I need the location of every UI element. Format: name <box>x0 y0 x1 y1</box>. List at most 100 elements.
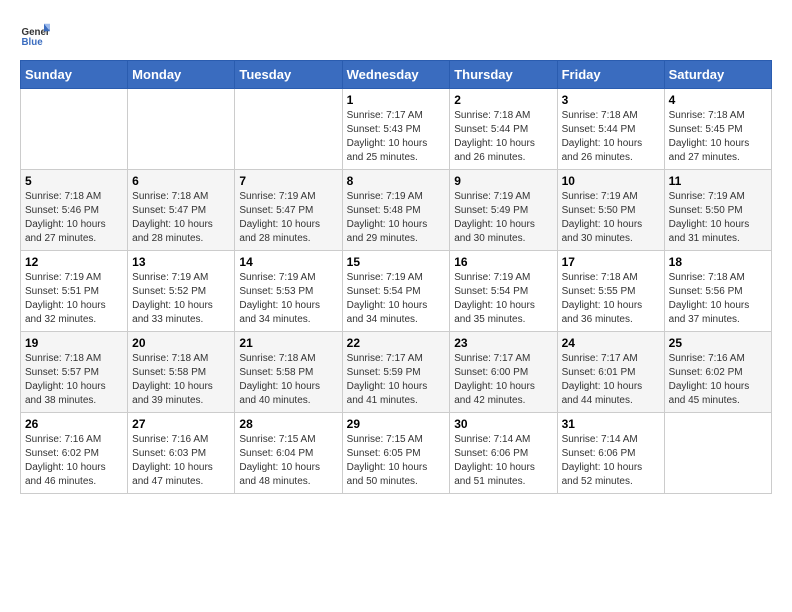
day-number: 8 <box>347 174 446 188</box>
day-info: Sunrise: 7:15 AMSunset: 6:04 PMDaylight:… <box>239 433 337 489</box>
day-number: 4 <box>669 93 767 107</box>
weekday-header-tuesday: Tuesday <box>235 61 342 89</box>
weekday-header-monday: Monday <box>128 61 235 89</box>
day-number: 15 <box>347 255 446 269</box>
day-info: Sunrise: 7:19 AMSunset: 5:54 PMDaylight:… <box>347 271 446 327</box>
day-number: 10 <box>562 174 660 188</box>
calendar-cell <box>21 89 128 170</box>
day-number: 27 <box>132 417 230 431</box>
day-info: Sunrise: 7:18 AMSunset: 5:58 PMDaylight:… <box>132 352 230 408</box>
day-info: Sunrise: 7:19 AMSunset: 5:47 PMDaylight:… <box>239 190 337 246</box>
day-info: Sunrise: 7:17 AMSunset: 6:00 PMDaylight:… <box>454 352 552 408</box>
calendar-cell: 4 Sunrise: 7:18 AMSunset: 5:45 PMDaylight… <box>664 89 771 170</box>
weekday-header-thursday: Thursday <box>450 61 557 89</box>
calendar-cell: 21Sunrise: 7:18 AMSunset: 5:58 PMDayligh… <box>235 332 342 413</box>
calendar-cell: 10Sunrise: 7:19 AMSunset: 5:50 PMDayligh… <box>557 170 664 251</box>
day-number: 11 <box>669 174 767 188</box>
calendar-cell: 26Sunrise: 7:16 AMSunset: 6:02 PMDayligh… <box>21 413 128 494</box>
calendar-week-1: 1 Sunrise: 7:17 AMSunset: 5:43 PMDaylight… <box>21 89 772 170</box>
day-info: Sunrise: 7:17 AMSunset: 6:01 PMDaylight:… <box>562 352 660 408</box>
weekday-header-sunday: Sunday <box>21 61 128 89</box>
day-info: Sunrise: 7:18 AMSunset: 5:44 PMDaylight:… <box>562 109 660 165</box>
calendar-cell: 30 Sunrise: 7:14 AMSunset: 6:06 PMDayligh… <box>450 413 557 494</box>
weekday-header-wednesday: Wednesday <box>342 61 450 89</box>
header: General Blue <box>20 20 772 50</box>
day-number: 31 <box>562 417 660 431</box>
day-number: 17 <box>562 255 660 269</box>
calendar-cell: 23 Sunrise: 7:17 AMSunset: 6:00 PMDayligh… <box>450 332 557 413</box>
day-number: 5 <box>25 174 123 188</box>
calendar-table: SundayMondayTuesdayWednesdayThursdayFrid… <box>20 60 772 494</box>
calendar-cell: 19 Sunrise: 7:18 AMSunset: 5:57 PMDayligh… <box>21 332 128 413</box>
calendar-cell: 5 Sunrise: 7:18 AMSunset: 5:46 PMDaylight… <box>21 170 128 251</box>
calendar-cell: 15 Sunrise: 7:19 AMSunset: 5:54 PMDayligh… <box>342 251 450 332</box>
calendar-cell <box>128 89 235 170</box>
day-number: 28 <box>239 417 337 431</box>
calendar-cell: 28 Sunrise: 7:15 AMSunset: 6:04 PMDayligh… <box>235 413 342 494</box>
day-info: Sunrise: 7:16 AMSunset: 6:03 PMDaylight:… <box>132 433 230 489</box>
weekday-header-row: SundayMondayTuesdayWednesdayThursdayFrid… <box>21 61 772 89</box>
calendar-week-5: 26Sunrise: 7:16 AMSunset: 6:02 PMDayligh… <box>21 413 772 494</box>
day-number: 23 <box>454 336 552 350</box>
day-info: Sunrise: 7:19 AMSunset: 5:49 PMDaylight:… <box>454 190 552 246</box>
day-info: Sunrise: 7:17 AMSunset: 5:43 PMDaylight:… <box>347 109 446 165</box>
day-info: Sunrise: 7:18 AMSunset: 5:44 PMDaylight:… <box>454 109 552 165</box>
calendar-cell <box>235 89 342 170</box>
day-number: 12 <box>25 255 123 269</box>
weekday-header-friday: Friday <box>557 61 664 89</box>
day-number: 1 <box>347 93 446 107</box>
day-info: Sunrise: 7:19 AMSunset: 5:50 PMDaylight:… <box>669 190 767 246</box>
calendar-cell: 8Sunrise: 7:19 AMSunset: 5:48 PMDaylight… <box>342 170 450 251</box>
calendar-cell: 9Sunrise: 7:19 AMSunset: 5:49 PMDaylight… <box>450 170 557 251</box>
day-number: 16 <box>454 255 552 269</box>
calendar-cell: 25Sunrise: 7:16 AMSunset: 6:02 PMDayligh… <box>664 332 771 413</box>
calendar-cell: 12 Sunrise: 7:19 AMSunset: 5:51 PMDayligh… <box>21 251 128 332</box>
calendar-cell: 24 Sunrise: 7:17 AMSunset: 6:01 PMDayligh… <box>557 332 664 413</box>
day-info: Sunrise: 7:19 AMSunset: 5:51 PMDaylight:… <box>25 271 123 327</box>
calendar-cell: 3 Sunrise: 7:18 AMSunset: 5:44 PMDaylight… <box>557 89 664 170</box>
day-info: Sunrise: 7:16 AMSunset: 6:02 PMDaylight:… <box>25 433 123 489</box>
day-info: Sunrise: 7:19 AMSunset: 5:53 PMDaylight:… <box>239 271 337 327</box>
day-number: 19 <box>25 336 123 350</box>
day-info: Sunrise: 7:18 AMSunset: 5:58 PMDaylight:… <box>239 352 337 408</box>
day-info: Sunrise: 7:18 AMSunset: 5:45 PMDaylight:… <box>669 109 767 165</box>
day-number: 3 <box>562 93 660 107</box>
calendar-week-3: 12 Sunrise: 7:19 AMSunset: 5:51 PMDayligh… <box>21 251 772 332</box>
day-number: 25 <box>669 336 767 350</box>
calendar-cell: 29Sunrise: 7:15 AMSunset: 6:05 PMDayligh… <box>342 413 450 494</box>
day-info: Sunrise: 7:18 AMSunset: 5:55 PMDaylight:… <box>562 271 660 327</box>
day-number: 13 <box>132 255 230 269</box>
calendar-cell: 1 Sunrise: 7:17 AMSunset: 5:43 PMDaylight… <box>342 89 450 170</box>
calendar-cell: 14 Sunrise: 7:19 AMSunset: 5:53 PMDayligh… <box>235 251 342 332</box>
day-info: Sunrise: 7:18 AMSunset: 5:47 PMDaylight:… <box>132 190 230 246</box>
calendar-cell: 16 Sunrise: 7:19 AMSunset: 5:54 PMDayligh… <box>450 251 557 332</box>
calendar-week-4: 19 Sunrise: 7:18 AMSunset: 5:57 PMDayligh… <box>21 332 772 413</box>
generalblue-icon: General Blue <box>20 20 50 50</box>
weekday-header-saturday: Saturday <box>664 61 771 89</box>
day-number: 20 <box>132 336 230 350</box>
day-info: Sunrise: 7:18 AMSunset: 5:46 PMDaylight:… <box>25 190 123 246</box>
calendar-cell: 13Sunrise: 7:19 AMSunset: 5:52 PMDayligh… <box>128 251 235 332</box>
calendar-cell <box>664 413 771 494</box>
day-info: Sunrise: 7:14 AMSunset: 6:06 PMDaylight:… <box>562 433 660 489</box>
day-number: 22 <box>347 336 446 350</box>
calendar-cell: 2Sunrise: 7:18 AMSunset: 5:44 PMDaylight… <box>450 89 557 170</box>
day-number: 6 <box>132 174 230 188</box>
calendar-cell: 22Sunrise: 7:17 AMSunset: 5:59 PMDayligh… <box>342 332 450 413</box>
day-number: 29 <box>347 417 446 431</box>
calendar-cell: 20 Sunrise: 7:18 AMSunset: 5:58 PMDayligh… <box>128 332 235 413</box>
day-number: 24 <box>562 336 660 350</box>
calendar-cell: 18Sunrise: 7:18 AMSunset: 5:56 PMDayligh… <box>664 251 771 332</box>
day-number: 14 <box>239 255 337 269</box>
calendar-cell: 17 Sunrise: 7:18 AMSunset: 5:55 PMDayligh… <box>557 251 664 332</box>
day-info: Sunrise: 7:18 AMSunset: 5:57 PMDaylight:… <box>25 352 123 408</box>
day-number: 7 <box>239 174 337 188</box>
day-number: 18 <box>669 255 767 269</box>
day-info: Sunrise: 7:14 AMSunset: 6:06 PMDaylight:… <box>454 433 552 489</box>
calendar-cell: 11 Sunrise: 7:19 AMSunset: 5:50 PMDayligh… <box>664 170 771 251</box>
calendar-cell: 31 Sunrise: 7:14 AMSunset: 6:06 PMDayligh… <box>557 413 664 494</box>
calendar-cell: 27 Sunrise: 7:16 AMSunset: 6:03 PMDayligh… <box>128 413 235 494</box>
day-number: 30 <box>454 417 552 431</box>
day-info: Sunrise: 7:19 AMSunset: 5:54 PMDaylight:… <box>454 271 552 327</box>
logo: General Blue <box>20 20 52 50</box>
